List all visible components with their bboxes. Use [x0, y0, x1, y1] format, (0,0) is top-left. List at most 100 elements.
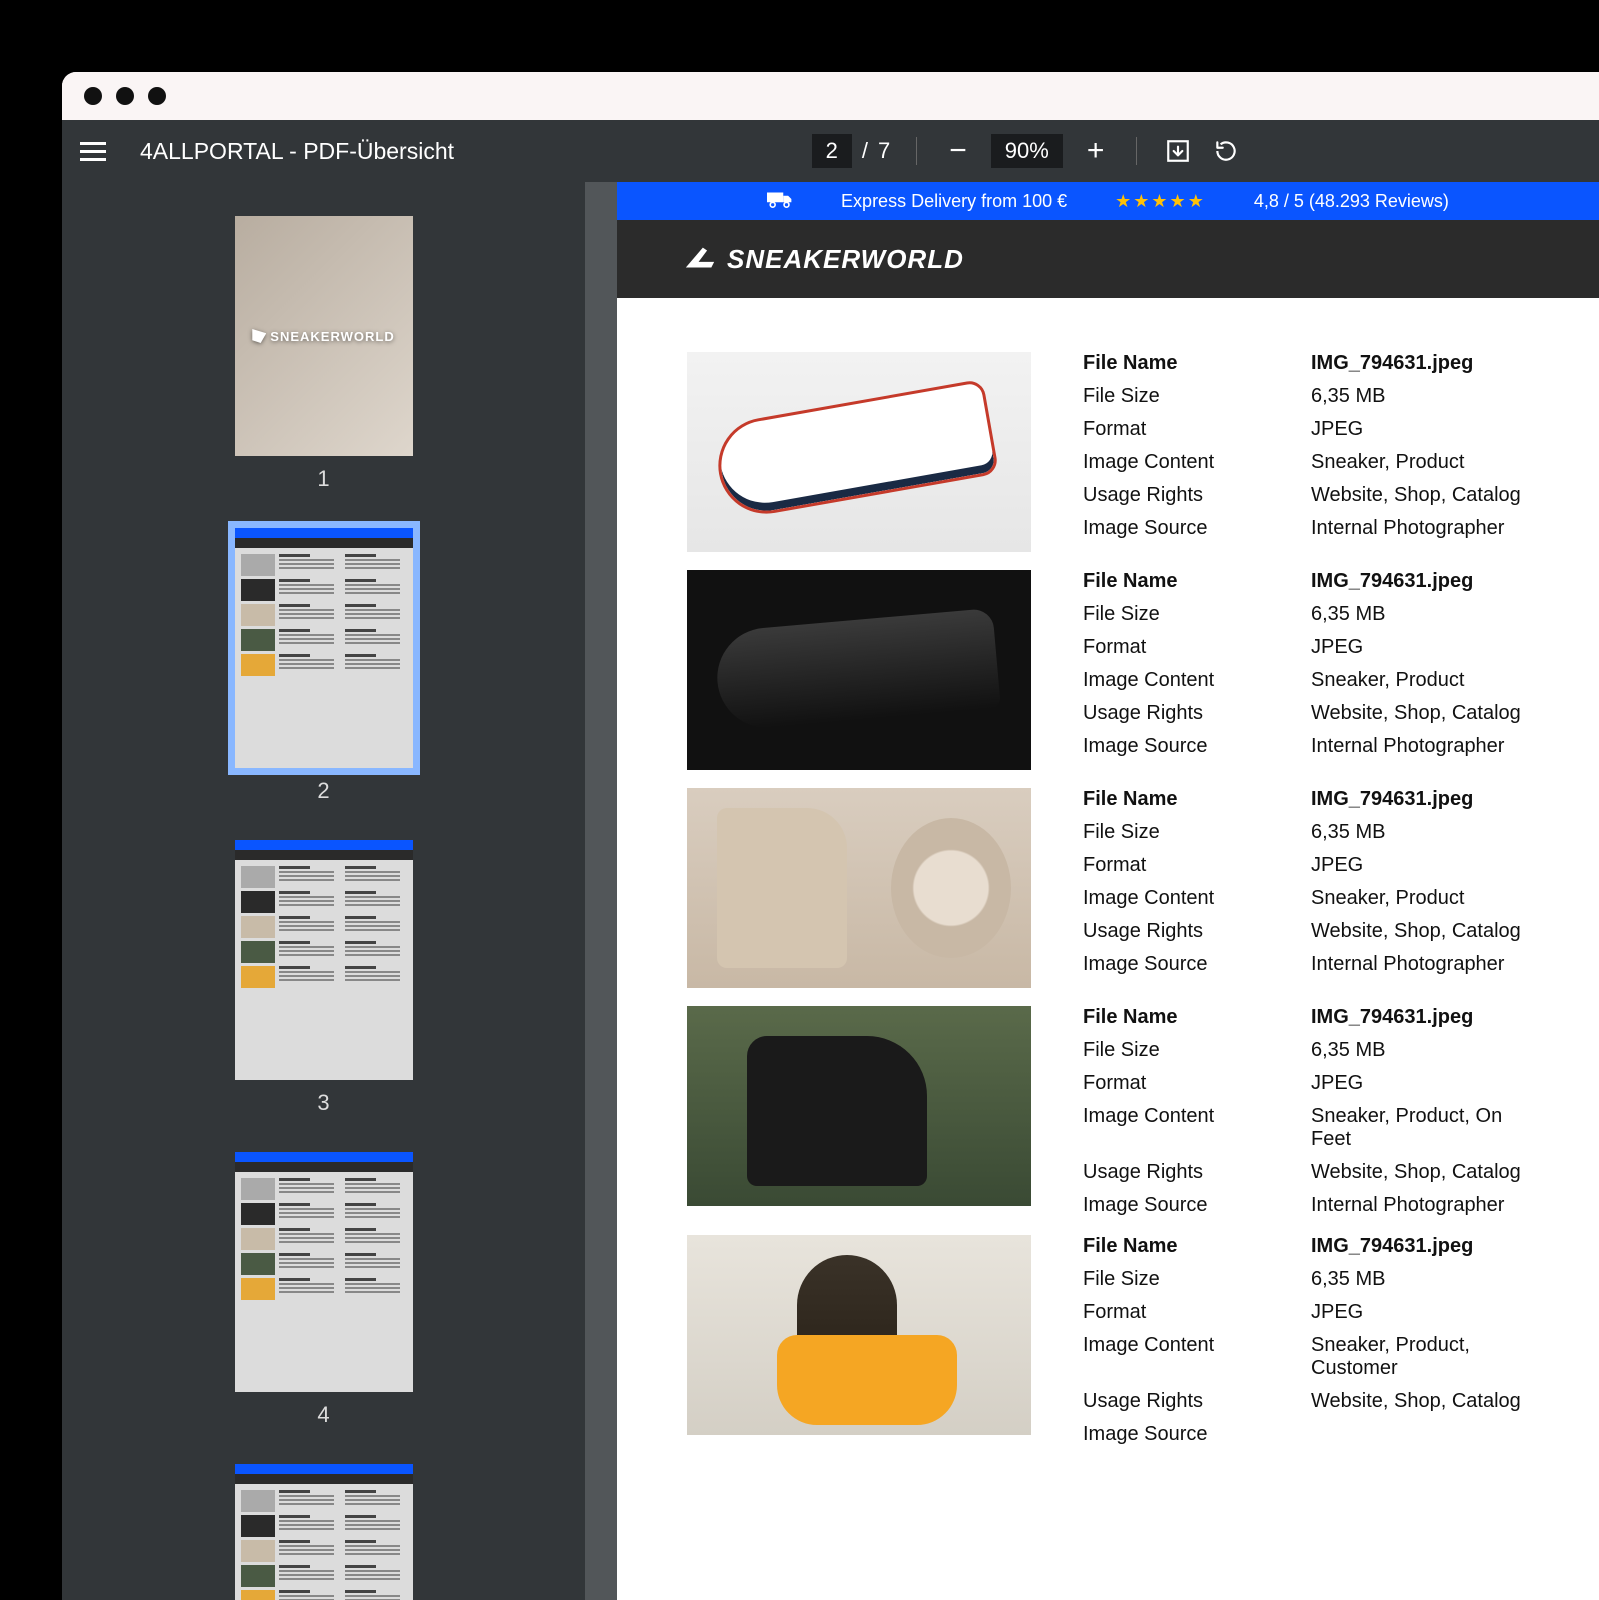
- meta-value-format: JPEG: [1311, 636, 1529, 659]
- asset-metadata: File NameIMG_794631.jpegFile Size6,35 MB…: [1083, 570, 1529, 770]
- meta-label-image_source: Image Source: [1083, 1194, 1311, 1217]
- traffic-light-close[interactable]: [84, 87, 102, 105]
- meta-value-file_size: 6,35 MB: [1311, 385, 1529, 408]
- meta-label-usage_rights: Usage Rights: [1083, 1161, 1311, 1184]
- meta-label-image_content: Image Content: [1083, 451, 1311, 474]
- meta-label-file_name: File Name: [1083, 788, 1311, 811]
- meta-label-format: Format: [1083, 854, 1311, 877]
- meta-value-usage_rights: Website, Shop, Catalog: [1311, 702, 1529, 725]
- meta-value-image_content: Sneaker, Product, On Feet: [1311, 1105, 1529, 1151]
- meta-label-image_content: Image Content: [1083, 1105, 1311, 1151]
- asset-metadata: File NameIMG_794631.jpegFile Size6,35 MB…: [1083, 352, 1529, 552]
- meta-label-usage_rights: Usage Rights: [1083, 484, 1311, 507]
- meta-value-usage_rights: Website, Shop, Catalog: [1311, 1390, 1529, 1413]
- page-separator: /: [862, 138, 868, 164]
- menu-icon[interactable]: [80, 142, 106, 161]
- meta-value-file_name: IMG_794631.jpeg: [1311, 352, 1529, 375]
- meta-value-usage_rights: Website, Shop, Catalog: [1311, 1161, 1529, 1184]
- thumbnail-page-5[interactable]: [235, 1464, 413, 1600]
- pdf-viewer-window: 4ALLPORTAL - PDF-Übersicht 2 / 7 − 90% +…: [62, 72, 1599, 1600]
- meta-value-image_content: Sneaker, Product, Customer: [1311, 1334, 1529, 1380]
- meta-label-image_source: Image Source: [1083, 517, 1311, 540]
- meta-value-format: JPEG: [1311, 854, 1529, 877]
- asset-thumbnail: [687, 1006, 1031, 1206]
- meta-value-file_size: 6,35 MB: [1311, 1039, 1529, 1062]
- meta-label-image_source: Image Source: [1083, 735, 1311, 758]
- current-page-input[interactable]: 2: [812, 134, 852, 168]
- meta-value-file_name: IMG_794631.jpeg: [1311, 570, 1529, 593]
- page-viewport[interactable]: Express Delivery from 100 € ★★★★★ 4,8 / …: [585, 182, 1599, 1600]
- asset-row: File NameIMG_794631.jpegFile Size6,35 MB…: [687, 1235, 1529, 1446]
- thumbnail-number: 4: [317, 1402, 329, 1428]
- meta-value-image_source: Internal Photographer: [1311, 1194, 1529, 1217]
- meta-label-image_content: Image Content: [1083, 1334, 1311, 1380]
- total-pages: 7: [878, 138, 890, 164]
- meta-label-usage_rights: Usage Rights: [1083, 702, 1311, 725]
- asset-thumbnail: [687, 352, 1031, 552]
- asset-list: File NameIMG_794631.jpegFile Size6,35 MB…: [617, 298, 1599, 1446]
- zoom-in-button[interactable]: +: [1081, 134, 1111, 168]
- zoom-out-button[interactable]: −: [943, 134, 973, 168]
- meta-value-format: JPEG: [1311, 1072, 1529, 1095]
- zoom-level[interactable]: 90%: [991, 134, 1063, 168]
- meta-label-usage_rights: Usage Rights: [1083, 1390, 1311, 1413]
- rotate-icon[interactable]: [1211, 136, 1241, 166]
- meta-label-image_content: Image Content: [1083, 887, 1311, 910]
- asset-thumbnail: [687, 1235, 1031, 1435]
- delivery-text: Express Delivery from 100 €: [841, 191, 1067, 212]
- separator: [916, 137, 917, 165]
- meta-label-format: Format: [1083, 636, 1311, 659]
- meta-label-image_source: Image Source: [1083, 1423, 1311, 1446]
- thumbnail-page-1[interactable]: SNEAKERWORLD: [235, 216, 413, 456]
- asset-thumbnail: [687, 788, 1031, 988]
- thumbnail-page-4[interactable]: [235, 1152, 413, 1392]
- thumbnail-number: 3: [317, 1090, 329, 1116]
- asset-metadata: File NameIMG_794631.jpegFile Size6,35 MB…: [1083, 1006, 1529, 1217]
- meta-value-file_size: 6,35 MB: [1311, 821, 1529, 844]
- meta-label-file_name: File Name: [1083, 1235, 1311, 1258]
- thumbnail-number: 1: [317, 466, 329, 492]
- meta-label-file_size: File Size: [1083, 385, 1311, 408]
- meta-value-image_source: Internal Photographer: [1311, 735, 1529, 758]
- traffic-light-minimize[interactable]: [116, 87, 134, 105]
- page-indicator: 2 / 7: [812, 134, 891, 168]
- asset-metadata: File NameIMG_794631.jpegFile Size6,35 MB…: [1083, 1235, 1529, 1446]
- meta-value-usage_rights: Website, Shop, Catalog: [1311, 920, 1529, 943]
- meta-label-format: Format: [1083, 418, 1311, 441]
- asset-metadata: File NameIMG_794631.jpegFile Size6,35 MB…: [1083, 788, 1529, 988]
- meta-value-image_source: Internal Photographer: [1311, 517, 1529, 540]
- traffic-light-maximize[interactable]: [148, 87, 166, 105]
- document-title: 4ALLPORTAL - PDF-Übersicht: [140, 138, 454, 165]
- star-rating-icon: ★★★★★: [1115, 191, 1206, 212]
- meta-label-file_name: File Name: [1083, 352, 1311, 375]
- thumbnail-number: 2: [317, 778, 329, 804]
- thumbnails-sidebar[interactable]: SNEAKERWORLD12345: [62, 182, 585, 1600]
- meta-value-usage_rights: Website, Shop, Catalog: [1311, 484, 1529, 507]
- meta-value-image_content: Sneaker, Product: [1311, 451, 1529, 474]
- brand-name: SNEAKERWORLD: [727, 244, 964, 275]
- meta-value-file_name: IMG_794631.jpeg: [1311, 1235, 1529, 1258]
- asset-row: File NameIMG_794631.jpegFile Size6,35 MB…: [687, 352, 1529, 552]
- viewer-toolbar: 4ALLPORTAL - PDF-Übersicht 2 / 7 − 90% +: [62, 120, 1599, 182]
- meta-label-format: Format: [1083, 1301, 1311, 1324]
- pdf-page: Express Delivery from 100 € ★★★★★ 4,8 / …: [617, 182, 1599, 1600]
- meta-value-file_name: IMG_794631.jpeg: [1311, 788, 1529, 811]
- meta-value-format: JPEG: [1311, 1301, 1529, 1324]
- meta-label-file_size: File Size: [1083, 1039, 1311, 1062]
- asset-row: File NameIMG_794631.jpegFile Size6,35 MB…: [687, 1006, 1529, 1217]
- asset-row: File NameIMG_794631.jpegFile Size6,35 MB…: [687, 788, 1529, 988]
- thumbnail-page-2[interactable]: [235, 528, 413, 768]
- meta-value-file_size: 6,35 MB: [1311, 1268, 1529, 1291]
- meta-label-file_size: File Size: [1083, 821, 1311, 844]
- meta-value-image_source: [1311, 1423, 1529, 1446]
- thumbnail-page-3[interactable]: [235, 840, 413, 1080]
- meta-label-format: Format: [1083, 1072, 1311, 1095]
- meta-label-file_size: File Size: [1083, 1268, 1311, 1291]
- fit-page-icon[interactable]: [1163, 136, 1193, 166]
- meta-value-format: JPEG: [1311, 418, 1529, 441]
- separator: [1136, 137, 1137, 165]
- meta-label-image_source: Image Source: [1083, 953, 1311, 976]
- meta-label-image_content: Image Content: [1083, 669, 1311, 692]
- meta-value-file_name: IMG_794631.jpeg: [1311, 1006, 1529, 1029]
- truck-icon: [767, 190, 793, 213]
